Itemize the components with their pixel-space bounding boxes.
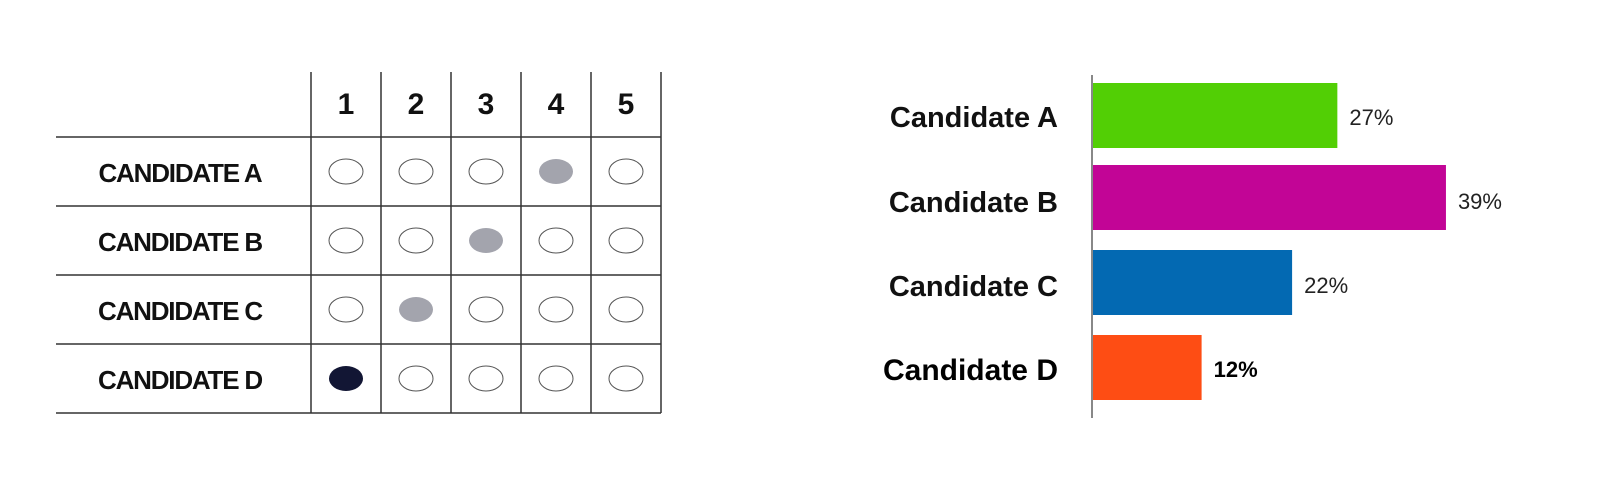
column-header-1: 1 xyxy=(338,88,355,121)
ballot-oval-empty[interactable] xyxy=(608,365,644,392)
ballot-oval-empty[interactable] xyxy=(538,365,574,392)
column-header-2: 2 xyxy=(408,88,425,121)
column-header-5: 5 xyxy=(618,88,635,121)
ballot-oval-empty[interactable] xyxy=(538,296,574,323)
ballot-row-label-d: CANDIDATE D xyxy=(98,365,262,395)
ballot-oval-filled[interactable] xyxy=(539,159,573,184)
ballot-oval-empty[interactable] xyxy=(608,227,644,254)
bar-candidate-b xyxy=(1093,165,1446,230)
ballot-oval-empty[interactable] xyxy=(398,158,434,185)
bar-series xyxy=(1093,83,1446,400)
ballot-row-label-a: CANDIDATE A xyxy=(98,158,262,188)
ballot-row-labels: CANDIDATE A CANDIDATE B CANDIDATE C CAND… xyxy=(98,158,265,395)
category-labels: Candidate A Candidate B Candidate C Cand… xyxy=(883,102,1058,387)
value-label-a: 27% xyxy=(1349,105,1393,130)
ballot-oval-filled[interactable] xyxy=(329,366,363,391)
ballot-oval-empty[interactable] xyxy=(328,158,364,185)
ballot-oval-empty[interactable] xyxy=(608,296,644,323)
column-header-4: 4 xyxy=(548,88,565,121)
ballot-oval-empty[interactable] xyxy=(468,365,504,392)
value-label-b: 39% xyxy=(1458,189,1502,214)
value-label-c: 22% xyxy=(1304,273,1348,298)
ballot-column-headers: 1 2 3 4 5 xyxy=(338,88,635,121)
ballot-row-label-c: CANDIDATE C xyxy=(98,296,263,326)
category-label-d: Candidate D xyxy=(883,354,1058,387)
column-header-3: 3 xyxy=(478,88,495,121)
ballot-oval-empty[interactable] xyxy=(398,227,434,254)
ballot-row-label-b: CANDIDATE B xyxy=(98,227,262,257)
ballot-oval-empty[interactable] xyxy=(538,227,574,254)
bar-candidate-c xyxy=(1093,250,1293,315)
ballot-oval-empty[interactable] xyxy=(328,227,364,254)
ballot-oval-filled[interactable] xyxy=(399,297,433,322)
ballot-grid: 1 2 3 4 5 CANDIDATE A CANDIDATE B CANDID… xyxy=(56,72,662,414)
ballot-oval-empty[interactable] xyxy=(468,158,504,185)
ballot-oval-empty[interactable] xyxy=(608,158,644,185)
ballot-oval-empty[interactable] xyxy=(468,296,504,323)
category-label-b: Candidate B xyxy=(889,187,1058,219)
ballot-oval-empty[interactable] xyxy=(328,296,364,323)
ballot-oval-empty[interactable] xyxy=(398,365,434,392)
value-label-d: 12% xyxy=(1214,357,1258,382)
bar-candidate-a xyxy=(1093,83,1338,148)
category-label-c: Candidate C xyxy=(889,271,1058,303)
bar-candidate-d xyxy=(1093,335,1202,400)
ballot-oval-filled[interactable] xyxy=(469,228,503,253)
category-label-a: Candidate A xyxy=(890,102,1058,134)
